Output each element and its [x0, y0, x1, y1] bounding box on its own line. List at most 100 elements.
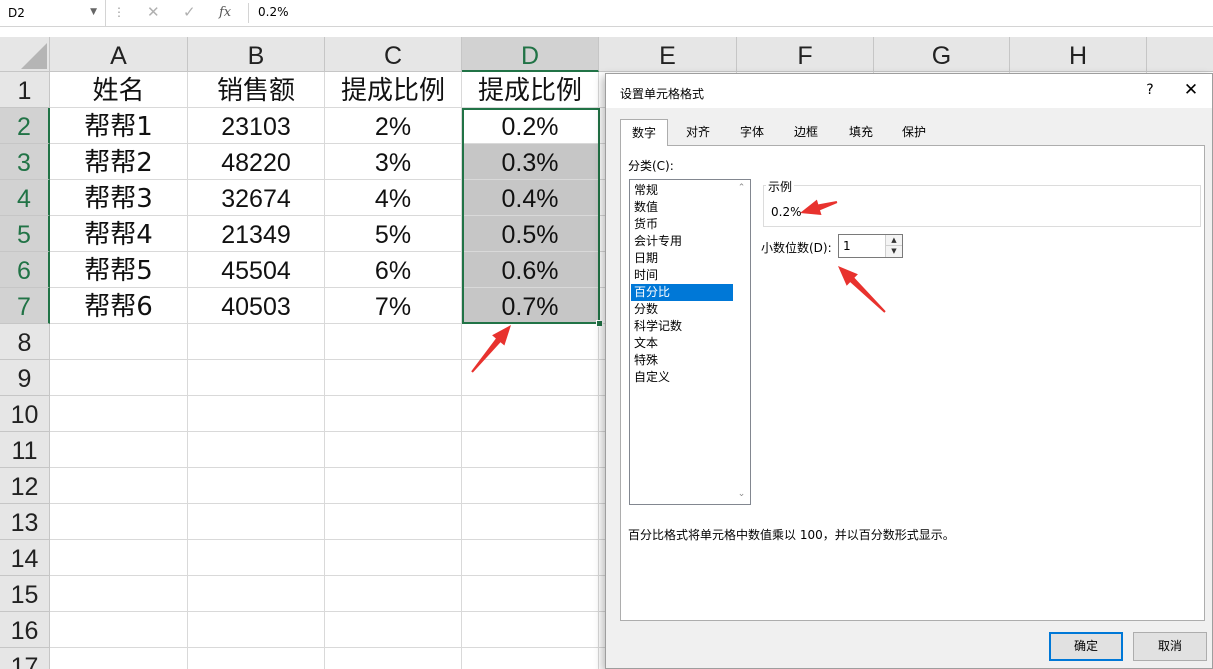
empty-cell[interactable]	[50, 324, 188, 360]
table-cell[interactable]: 帮帮2	[50, 144, 188, 180]
empty-cell[interactable]	[462, 504, 599, 540]
table-cell[interactable]: 4%	[325, 180, 462, 216]
category-item[interactable]: 特殊	[631, 352, 734, 369]
table-cell[interactable]: 帮帮3	[50, 180, 188, 216]
cancel-icon[interactable]: ✕	[147, 3, 160, 21]
table-cell[interactable]: 0.3%	[462, 144, 599, 180]
empty-cell[interactable]	[188, 396, 325, 432]
empty-cell[interactable]	[188, 504, 325, 540]
empty-cell[interactable]	[188, 360, 325, 396]
category-item[interactable]: 数值	[631, 199, 734, 216]
header-cell[interactable]: 提成比例	[325, 72, 462, 108]
table-cell[interactable]: 2%	[325, 108, 462, 144]
chevron-down-icon[interactable]: ▼	[90, 7, 97, 17]
empty-cell[interactable]	[188, 324, 325, 360]
column-header-c[interactable]: C	[325, 37, 462, 72]
close-button[interactable]: ✕	[1179, 80, 1203, 100]
empty-cell[interactable]	[462, 540, 599, 576]
table-cell[interactable]: 48220	[188, 144, 325, 180]
empty-cell[interactable]	[462, 612, 599, 648]
table-cell[interactable]: 0.6%	[462, 252, 599, 288]
category-scrollbar[interactable]: ⌃ ⌄	[733, 180, 750, 504]
header-cell[interactable]: 姓名	[50, 72, 188, 108]
select-all-corner[interactable]	[0, 37, 50, 72]
empty-cell[interactable]	[325, 504, 462, 540]
table-cell[interactable]: 21349	[188, 216, 325, 252]
category-item[interactable]: 自定义	[631, 369, 734, 386]
category-item[interactable]: 会计专用	[631, 233, 734, 250]
category-item[interactable]: 文本	[631, 335, 734, 352]
empty-cell[interactable]	[462, 324, 599, 360]
column-header-e[interactable]: E	[599, 37, 737, 72]
fill-handle[interactable]	[596, 320, 603, 327]
empty-cell[interactable]	[50, 540, 188, 576]
table-cell[interactable]: 40503	[188, 288, 325, 324]
category-item[interactable]: 货币	[631, 216, 734, 233]
category-item[interactable]: 分数	[631, 301, 734, 318]
column-header-h[interactable]: H	[1010, 37, 1147, 72]
empty-cell[interactable]	[188, 540, 325, 576]
empty-cell[interactable]	[50, 648, 188, 669]
empty-cell[interactable]	[50, 576, 188, 612]
table-cell[interactable]: 0.7%	[462, 288, 599, 324]
row-header-11[interactable]: 11	[0, 432, 50, 468]
name-box[interactable]: D2 ▼	[0, 0, 106, 26]
table-cell[interactable]: 6%	[325, 252, 462, 288]
column-header-a[interactable]: A	[50, 37, 188, 72]
tab-font[interactable]: 字体	[726, 122, 778, 144]
column-header-d[interactable]: D	[462, 37, 599, 72]
empty-cell[interactable]	[188, 576, 325, 612]
empty-cell[interactable]	[188, 432, 325, 468]
empty-cell[interactable]	[325, 432, 462, 468]
table-cell[interactable]: 5%	[325, 216, 462, 252]
table-cell[interactable]: 45504	[188, 252, 325, 288]
row-header-15[interactable]: 15	[0, 576, 50, 612]
table-cell[interactable]: 帮帮5	[50, 252, 188, 288]
drag-handle-icon[interactable]: ⋮	[113, 5, 125, 19]
empty-cell[interactable]	[325, 468, 462, 504]
row-header-16[interactable]: 16	[0, 612, 50, 648]
category-item[interactable]: 常规	[631, 182, 734, 199]
row-header-7[interactable]: 7	[0, 288, 50, 324]
ok-button[interactable]: 确定	[1049, 632, 1123, 661]
empty-cell[interactable]	[325, 396, 462, 432]
column-header-b[interactable]: B	[188, 37, 325, 72]
row-header-6[interactable]: 6	[0, 252, 50, 288]
decimal-places-stepper[interactable]: ▲ ▼	[885, 235, 902, 257]
dialog-titlebar[interactable]: 设置单元格格式 ? ✕	[606, 74, 1212, 108]
empty-cell[interactable]	[325, 360, 462, 396]
category-item[interactable]: 日期	[631, 250, 734, 267]
cancel-button[interactable]: 取消	[1133, 632, 1207, 661]
column-header-g[interactable]: G	[874, 37, 1010, 72]
scroll-up-icon[interactable]: ⌃	[733, 180, 750, 197]
empty-cell[interactable]	[462, 576, 599, 612]
tab-border[interactable]: 边框	[780, 122, 832, 144]
row-header-14[interactable]: 14	[0, 540, 50, 576]
table-cell[interactable]: 32674	[188, 180, 325, 216]
table-cell[interactable]: 23103	[188, 108, 325, 144]
category-list[interactable]: 常规 数值 货币 会计专用 日期 时间 百分比 分数 科学记数 文本 特殊 自定义 ⌃ ⌄	[629, 179, 751, 505]
tab-number[interactable]: 数字	[620, 119, 668, 146]
table-cell[interactable]: 帮帮1	[50, 108, 188, 144]
table-cell[interactable]: 3%	[325, 144, 462, 180]
empty-cell[interactable]	[325, 576, 462, 612]
table-cell[interactable]: 帮帮4	[50, 216, 188, 252]
row-header-3[interactable]: 3	[0, 144, 50, 180]
empty-cell[interactable]	[50, 468, 188, 504]
empty-cell[interactable]	[188, 648, 325, 669]
empty-cell[interactable]	[50, 504, 188, 540]
header-cell[interactable]: 提成比例	[462, 72, 599, 108]
row-header-9[interactable]: 9	[0, 360, 50, 396]
empty-cell[interactable]	[325, 612, 462, 648]
table-cell[interactable]: 0.4%	[462, 180, 599, 216]
empty-cell[interactable]	[325, 648, 462, 669]
tab-protection[interactable]: 保护	[888, 122, 940, 144]
row-header-1[interactable]: 1	[0, 72, 50, 108]
enter-icon[interactable]: ✓	[183, 3, 196, 21]
function-icon[interactable]: fx	[219, 5, 231, 20]
empty-cell[interactable]	[462, 360, 599, 396]
empty-cell[interactable]	[50, 360, 188, 396]
empty-cell[interactable]	[50, 396, 188, 432]
row-header-12[interactable]: 12	[0, 468, 50, 504]
table-cell[interactable]: 帮帮6	[50, 288, 188, 324]
